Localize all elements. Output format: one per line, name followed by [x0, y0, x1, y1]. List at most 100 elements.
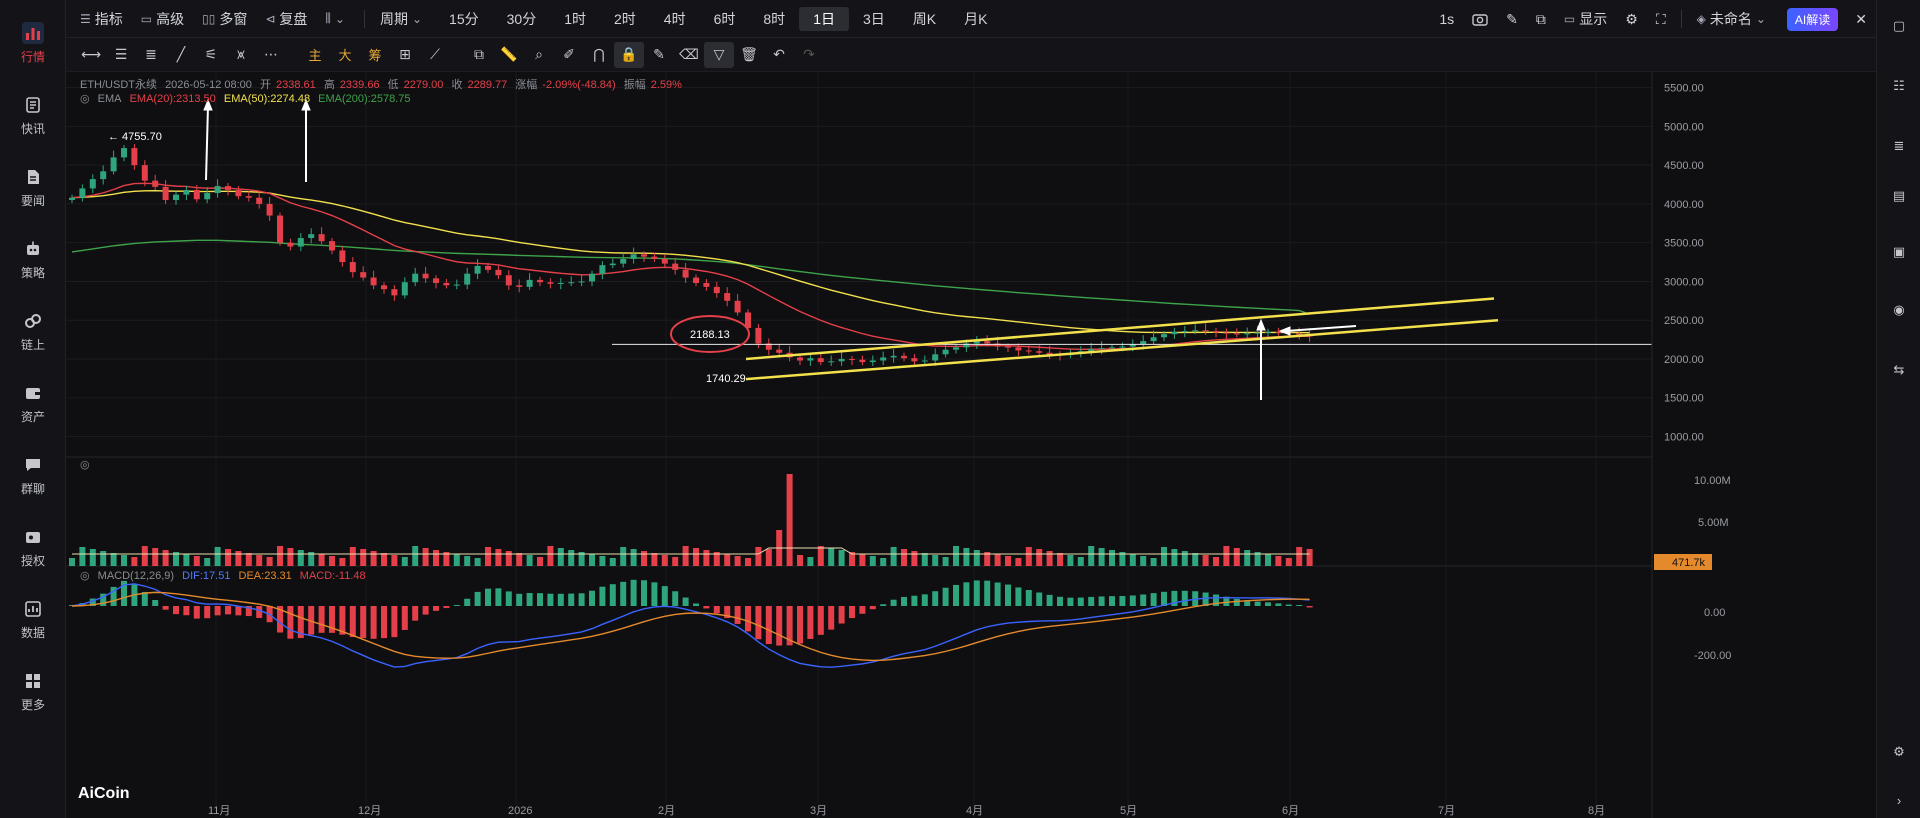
- tab-period-4h[interactable]: 4时: [650, 0, 700, 38]
- settings-gear-icon[interactable]: ⚙: [1616, 0, 1647, 38]
- calculator-icon[interactable]: ⊞: [390, 42, 420, 68]
- candle-body: [349, 262, 356, 273]
- volume-bar: [1098, 548, 1105, 566]
- macd-bar: [568, 593, 575, 606]
- tab-period-1h[interactable]: 1时: [550, 0, 600, 38]
- sidebar-item-market[interactable]: 行情: [0, 12, 66, 74]
- copy-icon[interactable]: ⧉: [464, 42, 494, 68]
- large-order-button[interactable]: 大: [330, 42, 360, 68]
- close-icon[interactable]: ✕: [1846, 0, 1876, 38]
- candle-body: [453, 284, 460, 286]
- horizontal-line-icon[interactable]: ⟷: [76, 42, 106, 68]
- magnet-icon[interactable]: ⋂: [584, 42, 614, 68]
- fib-icon[interactable]: ⚟: [196, 42, 226, 68]
- pen-icon[interactable]: ✎: [1497, 0, 1527, 38]
- zoom-icon[interactable]: ⌕: [524, 42, 554, 68]
- list-icon[interactable]: ≣: [1889, 136, 1909, 156]
- volume-legend[interactable]: ◎: [80, 458, 95, 471]
- divider: [363, 9, 365, 28]
- multi-window-button[interactable]: ▯▯ 多窗: [193, 0, 256, 38]
- highlighter-icon[interactable]: ✐: [554, 42, 584, 68]
- sidebar-item-data[interactable]: 数据: [0, 588, 66, 650]
- candle-body: [89, 179, 96, 189]
- robot-icon: [22, 238, 44, 260]
- settings-gear-icon[interactable]: ⚙: [1889, 742, 1909, 762]
- volume-bar: [100, 551, 107, 566]
- indicators-button[interactable]: ☰ 指标: [66, 0, 132, 38]
- trendline-icon[interactable]: ╱: [166, 42, 196, 68]
- sidebar-item-flash[interactable]: 快讯: [0, 84, 66, 146]
- replay-button[interactable]: ⊲ 复盘: [256, 0, 316, 38]
- orderbook-icon[interactable]: ☷: [1889, 76, 1909, 96]
- candle-body: [776, 349, 783, 353]
- panel-icon[interactable]: ▢: [1889, 16, 1909, 36]
- external-link-icon[interactable]: ⧉: [1527, 0, 1555, 38]
- volume-bar: [745, 558, 751, 566]
- sidebar-item-assets[interactable]: 资产: [0, 372, 66, 434]
- macd-bar: [693, 603, 699, 606]
- sidebar-item-onchain[interactable]: 链上: [0, 300, 66, 362]
- candle-body: [308, 234, 315, 239]
- sidebar-item-strategy[interactable]: 策略: [0, 228, 66, 290]
- etf-icon[interactable]: ▣: [1889, 242, 1909, 262]
- macd-legend[interactable]: ◎ MACD(12,26,9) DIF:17.51 DEA:23.31 MACD…: [80, 569, 371, 582]
- chips-button[interactable]: 筹: [360, 42, 390, 68]
- chevron-right-icon[interactable]: ›: [1889, 790, 1909, 810]
- candle-body: [724, 293, 731, 301]
- ema-legend[interactable]: ◎ EMA EMA(20):2313.50 EMA(50):2274.48 EM…: [80, 92, 415, 105]
- interval-button[interactable]: 1s: [1430, 0, 1463, 38]
- time-axis-label: 3月: [810, 805, 827, 817]
- chart-panel-icon[interactable]: ▤: [1889, 186, 1909, 206]
- chart-area[interactable]: 2188.13 1740.29 ← 4755.70 5500.00 5000.00…: [66, 72, 1876, 818]
- tab-period-2h[interactable]: 2时: [600, 0, 650, 38]
- candle-body: [1025, 350, 1032, 352]
- drawing-toolbar: ⟷ ☰ ≣ ╱ ⚟ ⩙ ⋯ 主 大 筹 ⊞ ⟋ ⧉ 📏 ⌕ ✐ ⋂ 🔒 ✎ ⌫ …: [66, 38, 1876, 72]
- chart-type-dropdown[interactable]: ⫼ ⌄: [316, 0, 358, 38]
- price-chart[interactable]: 2188.13 1740.29 ← 4755.70 5500.00 5000.00…: [66, 72, 1876, 818]
- main-force-button[interactable]: 主: [300, 42, 330, 68]
- divider: [1680, 10, 1682, 28]
- sidebar-item-more[interactable]: 更多: [0, 660, 66, 722]
- filter-icon[interactable]: ▽: [704, 41, 734, 68]
- brush-icon[interactable]: ⟋: [420, 42, 450, 68]
- ema200-value: EMA(200):2578.75: [318, 93, 411, 105]
- bot-icon[interactable]: ◉: [1889, 300, 1909, 320]
- redo-icon[interactable]: ↷: [794, 42, 824, 68]
- menu-lines-icon[interactable]: ☰: [106, 42, 136, 68]
- trash-icon[interactable]: 🗑: [734, 42, 764, 68]
- ai-interpret-button[interactable]: AI解读: [1786, 7, 1839, 31]
- exchange-icon[interactable]: ⇆: [1889, 360, 1909, 380]
- more-dots-icon[interactable]: ⋯: [256, 42, 286, 68]
- sidebar-item-chat[interactable]: 群聊: [0, 444, 66, 506]
- macd-axis-label: -200.00: [1694, 650, 1731, 662]
- pattern-icon[interactable]: ⩙: [226, 42, 256, 68]
- eraser-icon[interactable]: ⌫: [674, 42, 704, 68]
- ruler-icon[interactable]: 📏: [494, 42, 524, 68]
- display-button[interactable]: ▭ 显示: [1555, 0, 1616, 38]
- camera-icon[interactable]: [1463, 0, 1497, 38]
- advanced-button[interactable]: ▭ 高级: [132, 0, 193, 38]
- macd-bar: [214, 606, 221, 616]
- tab-period-month[interactable]: 月K: [950, 0, 1001, 38]
- fullscreen-icon[interactable]: ⛶: [1647, 0, 1675, 38]
- sidebar-item-news[interactable]: 要闻: [0, 156, 66, 218]
- volume-bar: [464, 556, 471, 566]
- sidebar-item-label: 数据: [20, 625, 45, 640]
- sidebar-item-auth[interactable]: 授权: [0, 516, 66, 578]
- undo-icon[interactable]: ↶: [764, 42, 794, 68]
- price-axis: 5500.00 5000.00 4500.00 4000.00 3500.00 3000.…: [1664, 83, 1704, 444]
- tab-period-1d[interactable]: 1日: [799, 6, 849, 31]
- period-dropdown[interactable]: 周期 ⌄: [371, 0, 435, 38]
- tab-period-week[interactable]: 周K: [899, 0, 950, 38]
- macd-bar: [557, 593, 564, 606]
- tab-period-30m[interactable]: 30分: [493, 0, 551, 38]
- layout-dropdown[interactable]: ◈ 未命名 ⌄: [1688, 0, 1779, 38]
- volume-bar: [193, 556, 200, 566]
- tab-period-6h[interactable]: 6时: [700, 0, 750, 38]
- lock-icon[interactable]: 🔒: [614, 41, 644, 68]
- parallel-lines-icon[interactable]: ≣: [136, 42, 166, 68]
- edit-icon[interactable]: ✎: [644, 42, 674, 68]
- tab-period-8h[interactable]: 8时: [749, 0, 799, 38]
- tab-period-3d[interactable]: 3日: [849, 0, 899, 38]
- tab-period-15m[interactable]: 15分: [435, 0, 493, 38]
